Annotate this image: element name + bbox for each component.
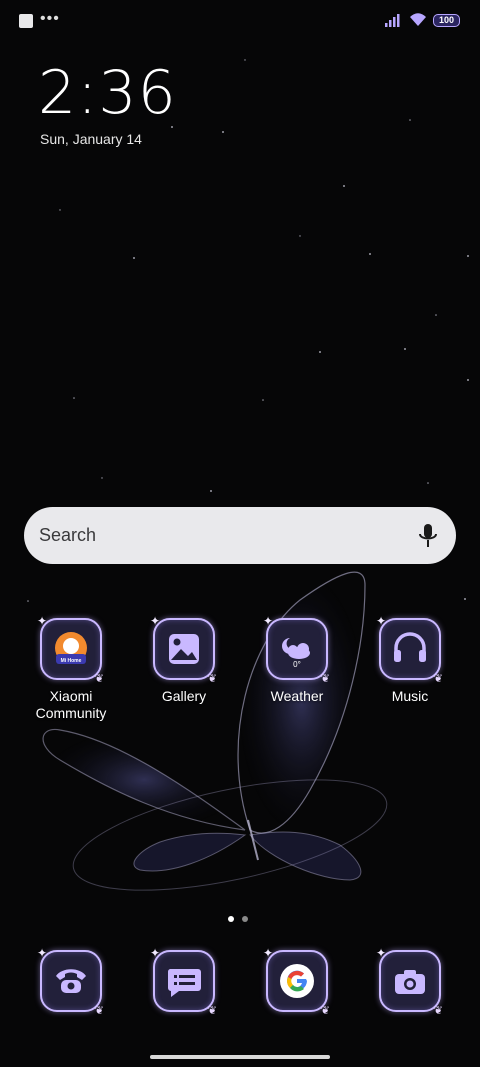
messages-icon: ✦ ❦ bbox=[150, 946, 217, 1017]
butterfly-icon: ❦ bbox=[433, 673, 443, 685]
app-label: Weather bbox=[270, 688, 324, 704]
clock-time[interactable]: 2:36 bbox=[38, 58, 177, 128]
app-label: Music bbox=[391, 688, 429, 704]
gallery-icon: ✦ ❦ bbox=[150, 614, 217, 685]
clock-date[interactable]: Sun, January 14 bbox=[40, 131, 142, 147]
page-indicator[interactable] bbox=[228, 909, 256, 927]
battery-indicator: 100 bbox=[433, 14, 460, 27]
status-bar: ••• 100 bbox=[0, 0, 480, 42]
signal-icon bbox=[385, 14, 400, 27]
dock-messages[interactable]: ✦ ❦ bbox=[136, 946, 232, 1017]
app-badge-text: Mi Home bbox=[60, 658, 82, 664]
battery-level: 100 bbox=[438, 15, 455, 25]
butterfly-icon: ❦ bbox=[433, 1005, 443, 1017]
butterfly-icon: ❦ bbox=[320, 673, 330, 685]
butterfly-icon: ❦ bbox=[207, 1005, 217, 1017]
dock-camera[interactable]: ✦ ❦ bbox=[362, 946, 458, 1017]
page-dot-active bbox=[228, 916, 234, 922]
phone-icon: ✦ ❦ bbox=[37, 946, 104, 1017]
app-gallery[interactable]: ✦ ❦ Gallery bbox=[136, 614, 232, 705]
google-icon: ✦ ❦ bbox=[263, 946, 330, 1017]
butterfly-icon: ❦ bbox=[320, 1005, 330, 1017]
more-notifications-icon: ••• bbox=[40, 10, 60, 27]
search-placeholder: Search bbox=[39, 525, 97, 545]
camera-icon: ✦ ❦ bbox=[376, 946, 443, 1017]
wifi-icon bbox=[410, 13, 426, 26]
app-label: Xiaomi Community bbox=[35, 688, 107, 721]
headphones-icon: ✦ ❦ bbox=[376, 614, 443, 685]
home-screen: ••• 100 2:36 Sun, January 14 Search ✦ Mi… bbox=[0, 0, 480, 1067]
butterfly-icon: ❦ bbox=[94, 1005, 104, 1017]
dock-google[interactable]: ✦ ❦ bbox=[249, 946, 345, 1017]
app-label: Gallery bbox=[161, 688, 207, 704]
xiaomi-community-icon: ✦ Mi Home ❦ bbox=[37, 614, 104, 685]
app-xiaomi-community[interactable]: ✦ Mi Home ❦ Xiaomi Community bbox=[23, 614, 119, 722]
butterfly-icon: ❦ bbox=[207, 673, 217, 685]
app-weather[interactable]: ✦ 0° ❦ Weather bbox=[249, 614, 345, 705]
page-dot bbox=[242, 916, 248, 922]
butterfly-icon: ❦ bbox=[94, 673, 104, 685]
notification-icon bbox=[19, 14, 33, 28]
weather-icon: ✦ 0° ❦ bbox=[263, 614, 330, 685]
weather-temperature: 0° bbox=[293, 660, 301, 669]
dock-phone[interactable]: ✦ ❦ bbox=[23, 946, 119, 1017]
app-music[interactable]: ✦ ❦ Music bbox=[362, 614, 458, 705]
microphone-icon[interactable] bbox=[418, 523, 438, 549]
home-gesture-bar[interactable] bbox=[150, 1055, 330, 1059]
search-bar[interactable]: Search bbox=[24, 507, 456, 564]
